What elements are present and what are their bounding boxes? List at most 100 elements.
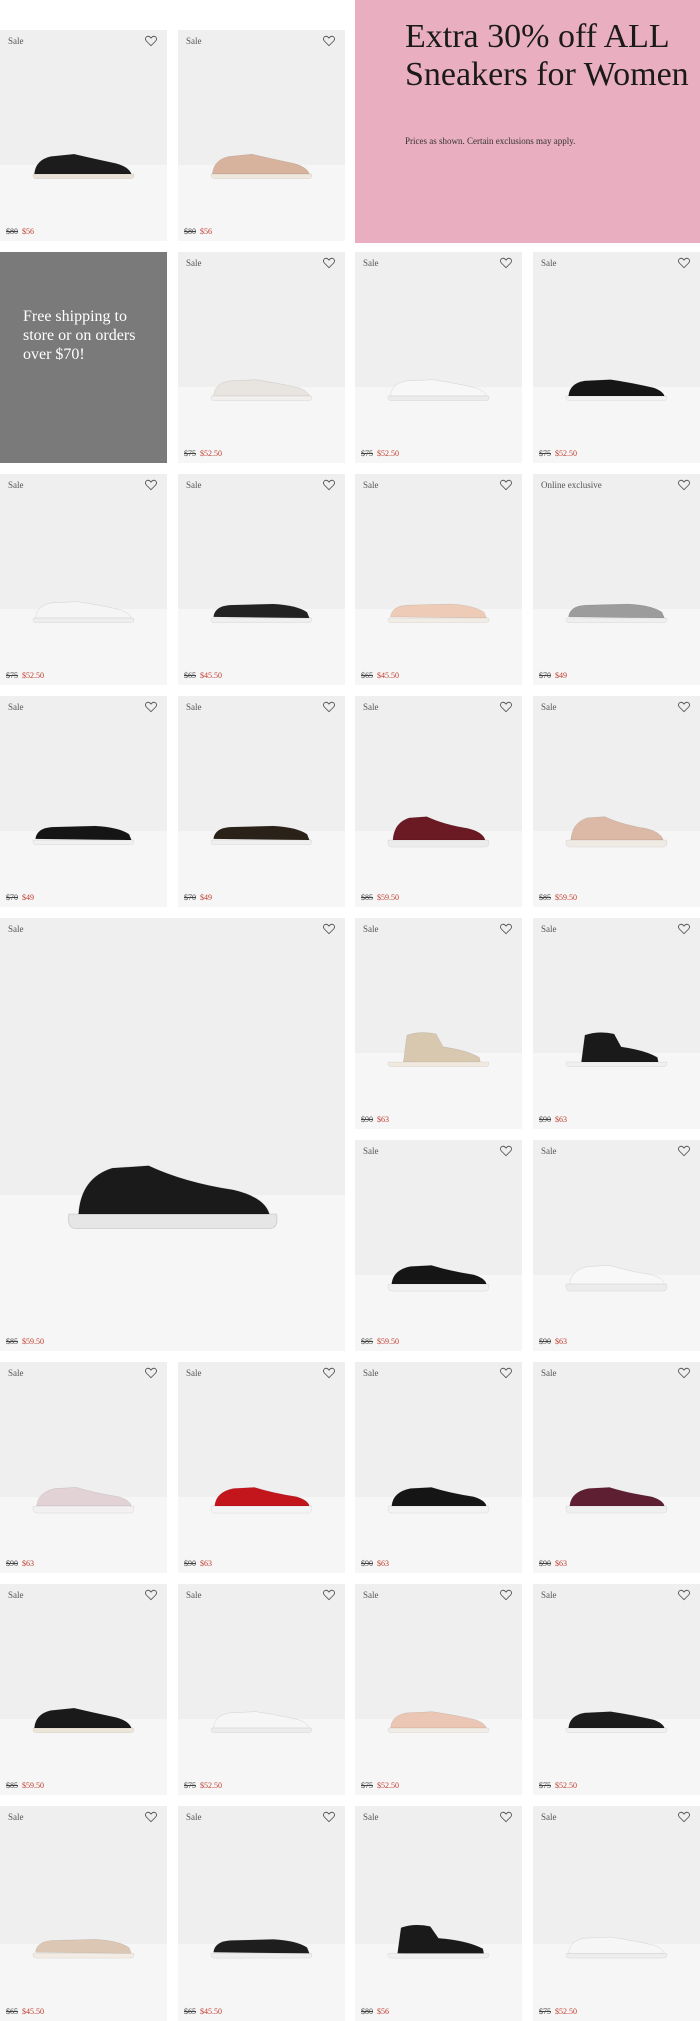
wishlist-heart-icon[interactable]: [322, 1588, 336, 1602]
product-card[interactable]: Sale $70 $49: [178, 696, 345, 907]
wishlist-heart-icon[interactable]: [677, 1810, 691, 1824]
wishlist-heart-icon[interactable]: [499, 1144, 513, 1158]
product-card[interactable]: Sale $70 $49: [0, 696, 167, 907]
wishlist-heart-icon[interactable]: [322, 256, 336, 270]
product-price: $75 $52.50: [539, 449, 577, 458]
sale-price: $59.50: [22, 1781, 44, 1790]
product-card[interactable]: Sale $65 $45.50: [0, 1806, 167, 2021]
wishlist-heart-icon[interactable]: [677, 922, 691, 936]
product-card[interactable]: Sale $90 $63: [355, 1362, 522, 1573]
sale-price: $49: [22, 893, 34, 902]
sale-price: $52.50: [377, 449, 399, 458]
product-card[interactable]: Sale $75 $52.50: [533, 252, 700, 463]
product-badge: Sale: [186, 1812, 202, 1822]
product-image: [565, 604, 668, 624]
original-price: $90: [184, 1559, 196, 1568]
product-card[interactable]: Sale $90 $63: [533, 1362, 700, 1573]
wishlist-heart-icon[interactable]: [499, 1588, 513, 1602]
wishlist-heart-icon[interactable]: [499, 1366, 513, 1380]
wishlist-heart-icon[interactable]: [677, 1366, 691, 1380]
wishlist-heart-icon[interactable]: [144, 478, 158, 492]
product-card[interactable]: Sale $90 $63: [0, 1362, 167, 1573]
wishlist-heart-icon[interactable]: [322, 1366, 336, 1380]
sneakers-promo-banner[interactable]: Extra 30% off ALL Sneakers for Women Pri…: [355, 0, 700, 243]
product-card[interactable]: Sale $65 $45.50: [178, 474, 345, 685]
product-badge: Sale: [363, 258, 379, 268]
product-image: [32, 1939, 135, 1959]
shipping-promo-banner[interactable]: Free shipping to store or on orders over…: [0, 252, 167, 463]
original-price: $75: [184, 449, 196, 458]
product-card[interactable]: Sale $65 $45.50: [178, 1806, 345, 2021]
wishlist-heart-icon[interactable]: [322, 1810, 336, 1824]
product-image: [32, 826, 135, 846]
product-card[interactable]: Sale $75 $52.50: [178, 252, 345, 463]
original-price: $90: [361, 1115, 373, 1124]
sale-price: $63: [555, 1337, 567, 1346]
wishlist-heart-icon[interactable]: [499, 478, 513, 492]
product-badge: Sale: [541, 258, 557, 268]
wishlist-heart-icon[interactable]: [499, 700, 513, 714]
product-image: [565, 1032, 668, 1068]
wishlist-heart-icon[interactable]: [499, 922, 513, 936]
wishlist-heart-icon[interactable]: [677, 478, 691, 492]
wishlist-heart-icon[interactable]: [499, 1810, 513, 1824]
product-card[interactable]: Sale $65 $45.50: [355, 474, 522, 685]
product-card[interactable]: Sale $85 $59.50: [355, 1140, 522, 1351]
original-price: $75: [184, 1781, 196, 1790]
product-image: [387, 1487, 490, 1514]
wishlist-heart-icon[interactable]: [322, 700, 336, 714]
wishlist-heart-icon[interactable]: [144, 1588, 158, 1602]
product-price: $65 $45.50: [184, 671, 222, 680]
product-card[interactable]: Sale $75 $52.50: [355, 1584, 522, 1795]
wishlist-heart-icon[interactable]: [499, 256, 513, 270]
product-card[interactable]: Online exclusive $70 $49: [533, 474, 700, 685]
product-price: $80 $56: [361, 2007, 389, 2016]
product-card[interactable]: Sale $80 $56: [0, 30, 167, 241]
product-image: [32, 1487, 135, 1514]
product-card[interactable]: Sale $75 $52.50: [0, 474, 167, 685]
product-card[interactable]: Sale $75 $52.50: [533, 1806, 700, 2021]
sale-price: $59.50: [377, 893, 399, 902]
product-card[interactable]: Sale $75 $52.50: [355, 252, 522, 463]
product-image: [210, 1711, 313, 1734]
product-image: [210, 1939, 313, 1959]
wishlist-heart-icon[interactable]: [144, 1810, 158, 1824]
product-price: $85 $59.50: [6, 1337, 44, 1346]
product-card[interactable]: Sale $90 $63: [355, 918, 522, 1129]
wishlist-heart-icon[interactable]: [322, 478, 336, 492]
product-price: $75 $52.50: [184, 1781, 222, 1790]
product-card[interactable]: Sale $85 $59.50: [0, 918, 345, 1351]
product-card[interactable]: Sale $85 $59.50: [0, 1584, 167, 1795]
product-card[interactable]: Sale $90 $63: [533, 918, 700, 1129]
wishlist-heart-icon[interactable]: [322, 34, 336, 48]
wishlist-heart-icon[interactable]: [677, 1144, 691, 1158]
wishlist-heart-icon[interactable]: [677, 256, 691, 270]
product-price: $75 $52.50: [539, 2007, 577, 2016]
product-card[interactable]: Sale $85 $59.50: [355, 696, 522, 907]
wishlist-heart-icon[interactable]: [677, 1588, 691, 1602]
original-price: $75: [539, 1781, 551, 1790]
original-price: $85: [6, 1337, 18, 1346]
original-price: $85: [361, 893, 373, 902]
sale-price: $45.50: [200, 671, 222, 680]
wishlist-heart-icon[interactable]: [144, 34, 158, 48]
product-card[interactable]: Sale $80 $56: [355, 1806, 522, 2021]
wishlist-heart-icon[interactable]: [322, 922, 336, 936]
product-image: [32, 601, 135, 624]
product-image: [565, 1936, 668, 1959]
wishlist-heart-icon[interactable]: [144, 700, 158, 714]
product-card[interactable]: Sale $75 $52.50: [178, 1584, 345, 1795]
product-badge: Sale: [541, 924, 557, 934]
product-badge: Sale: [541, 702, 557, 712]
wishlist-heart-icon[interactable]: [677, 700, 691, 714]
promo-headline: Extra 30% off ALL Sneakers for Women: [405, 18, 689, 93]
product-card[interactable]: Sale $85 $59.50: [533, 696, 700, 907]
product-badge: Sale: [363, 1590, 379, 1600]
original-price: $90: [361, 1559, 373, 1568]
wishlist-heart-icon[interactable]: [144, 1366, 158, 1380]
product-card[interactable]: Sale $80 $56: [178, 30, 345, 241]
product-card[interactable]: Sale $75 $52.50: [533, 1584, 700, 1795]
product-image: [387, 1711, 490, 1734]
product-card[interactable]: Sale $90 $63: [178, 1362, 345, 1573]
product-card[interactable]: Sale $90 $63: [533, 1140, 700, 1351]
